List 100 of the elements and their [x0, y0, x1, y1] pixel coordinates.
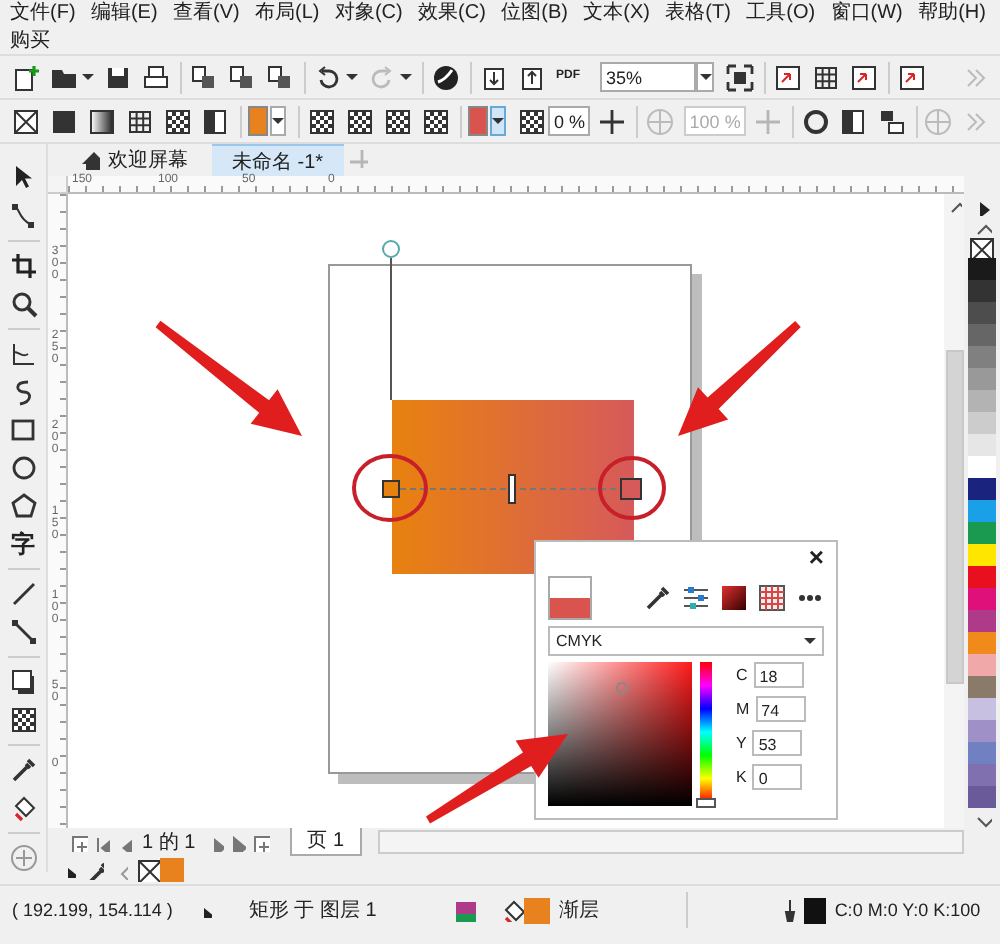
ellipse-icon[interactable]	[9, 454, 37, 482]
text-tool[interactable]: 字	[11, 530, 35, 558]
fill-color-dropdown[interactable]	[270, 106, 287, 136]
rectangle-icon[interactable]	[9, 416, 37, 444]
color-swatch[interactable]	[968, 720, 996, 742]
document-tab[interactable]: 未命名 -1*	[212, 144, 344, 176]
zoom-field[interactable]: 35%	[600, 62, 696, 92]
no-color-swatch[interactable]	[136, 858, 160, 882]
hue-slider-thumb[interactable]	[696, 798, 716, 808]
color-swatch[interactable]	[968, 324, 996, 346]
layer-icon[interactable]	[452, 898, 477, 922]
zoom-icon[interactable]	[9, 290, 37, 318]
shape-tool-icon[interactable]	[9, 202, 37, 230]
transparency-icon[interactable]	[517, 107, 546, 135]
channel-field[interactable]: 74	[755, 696, 806, 722]
first-page-icon[interactable]	[92, 833, 110, 851]
crop-icon[interactable]	[9, 252, 37, 280]
transparency-icon[interactable]	[9, 706, 37, 734]
grid-icon[interactable]	[812, 63, 840, 91]
caret-icon[interactable]	[82, 74, 94, 80]
menu-item[interactable]: 效果(C)	[416, 0, 488, 28]
menu-item[interactable]: 帮助(H)	[916, 0, 988, 28]
channel-field[interactable]: 53	[752, 730, 803, 756]
color-swatch[interactable]	[968, 258, 996, 280]
color-swatch[interactable]	[968, 456, 996, 478]
color-swatch[interactable]	[968, 566, 996, 588]
color-swatch[interactable]	[968, 698, 996, 720]
palette-grid-icon[interactable]	[758, 584, 786, 612]
line-tool-icon[interactable]	[9, 580, 37, 608]
menu-item[interactable]: 文本(X)	[581, 0, 652, 28]
fill-color-swatch[interactable]	[248, 106, 269, 136]
save-icon[interactable]	[104, 63, 132, 91]
copy-icon[interactable]	[190, 63, 218, 91]
export-icon[interactable]	[518, 63, 546, 91]
transparency-field[interactable]: 0 %	[547, 106, 591, 136]
color-swatch[interactable]	[968, 654, 996, 676]
menu-item[interactable]: 对象(C)	[332, 0, 405, 28]
document-color-swatch[interactable]	[160, 858, 184, 882]
transparency-icon[interactable]	[383, 107, 412, 135]
eyedropper-icon[interactable]	[9, 756, 37, 784]
color-swatch[interactable]	[968, 302, 996, 324]
menu-item[interactable]: 文件(F)	[8, 0, 78, 28]
menu-item[interactable]: 编辑(E)	[88, 0, 160, 28]
transparency-icon[interactable]	[307, 107, 336, 135]
copy-icon[interactable]	[228, 63, 256, 91]
color-swatch[interactable]	[968, 434, 996, 456]
import-icon[interactable]	[480, 63, 508, 91]
transparency-color-swatch[interactable]	[467, 106, 488, 136]
document-tab[interactable]: 欢迎屏幕	[60, 145, 208, 175]
transparency-icon[interactable]	[421, 107, 450, 135]
eyedropper-icon[interactable]	[84, 860, 104, 880]
new-document-icon[interactable]	[12, 63, 40, 91]
paste-icon[interactable]	[266, 63, 294, 91]
fill-icon[interactable]	[500, 898, 525, 922]
no-fill-icon[interactable]	[12, 107, 40, 135]
color-swatch[interactable]	[968, 764, 996, 786]
close-button[interactable]: ×	[808, 546, 824, 570]
transparency-color-dropdown[interactable]	[489, 106, 506, 136]
color-swatch[interactable]	[968, 280, 996, 302]
color-swatch[interactable]	[968, 522, 996, 544]
drop-shadow-icon[interactable]	[9, 668, 37, 696]
connector-icon[interactable]	[9, 618, 37, 646]
color-swatch[interactable]	[968, 412, 996, 434]
rotation-handle[interactable]	[382, 240, 400, 258]
fountain-fill-icon[interactable]	[88, 107, 116, 135]
transparency-icon[interactable]	[345, 107, 374, 135]
color-swatch[interactable]	[968, 610, 996, 632]
sliders-icon[interactable]	[682, 584, 710, 612]
channel-field[interactable]: 0	[752, 764, 803, 790]
freeze-icon[interactable]	[877, 107, 906, 135]
color-swatch[interactable]	[968, 544, 996, 566]
color-swatch[interactable]	[968, 632, 996, 654]
zoom-dropdown[interactable]	[696, 62, 714, 92]
color-swatch[interactable]	[968, 390, 996, 412]
add-icon[interactable]	[598, 107, 627, 135]
print-icon[interactable]	[142, 63, 170, 91]
menu-item[interactable]: 位图(B)	[499, 0, 570, 28]
menu-item[interactable]: 布局(L)	[253, 0, 322, 28]
freehand-icon[interactable]	[9, 340, 37, 368]
color-field[interactable]	[548, 662, 692, 806]
color-swatch[interactable]	[968, 368, 996, 390]
channel-field[interactable]: 18	[753, 662, 804, 688]
interactive-fill-icon[interactable]	[9, 794, 37, 822]
undo-icon[interactable]	[314, 63, 342, 91]
texture-fill-icon[interactable]	[164, 107, 192, 135]
no-color-swatch[interactable]	[968, 236, 996, 258]
menu-item[interactable]: 工具(O)	[744, 0, 818, 28]
menu-item[interactable]: 购买	[8, 28, 52, 56]
color-swatch[interactable]	[968, 500, 996, 522]
polygon-icon[interactable]	[9, 492, 37, 520]
add-page-icon[interactable]	[249, 832, 270, 852]
color-model-dropdown[interactable]: CMYK	[548, 626, 824, 656]
menu-item[interactable]: 表格(T)	[663, 0, 733, 28]
color-swatch[interactable]	[968, 588, 996, 610]
color-swatch[interactable]	[968, 346, 996, 368]
color-swatch[interactable]	[968, 786, 996, 808]
color-swatch[interactable]	[968, 478, 996, 500]
start-color-node[interactable]	[382, 480, 400, 498]
eyedropper-icon[interactable]	[644, 584, 672, 612]
drawing-canvas[interactable]: × CMYK C 18 M 74 Y 53 K 0	[68, 194, 944, 828]
